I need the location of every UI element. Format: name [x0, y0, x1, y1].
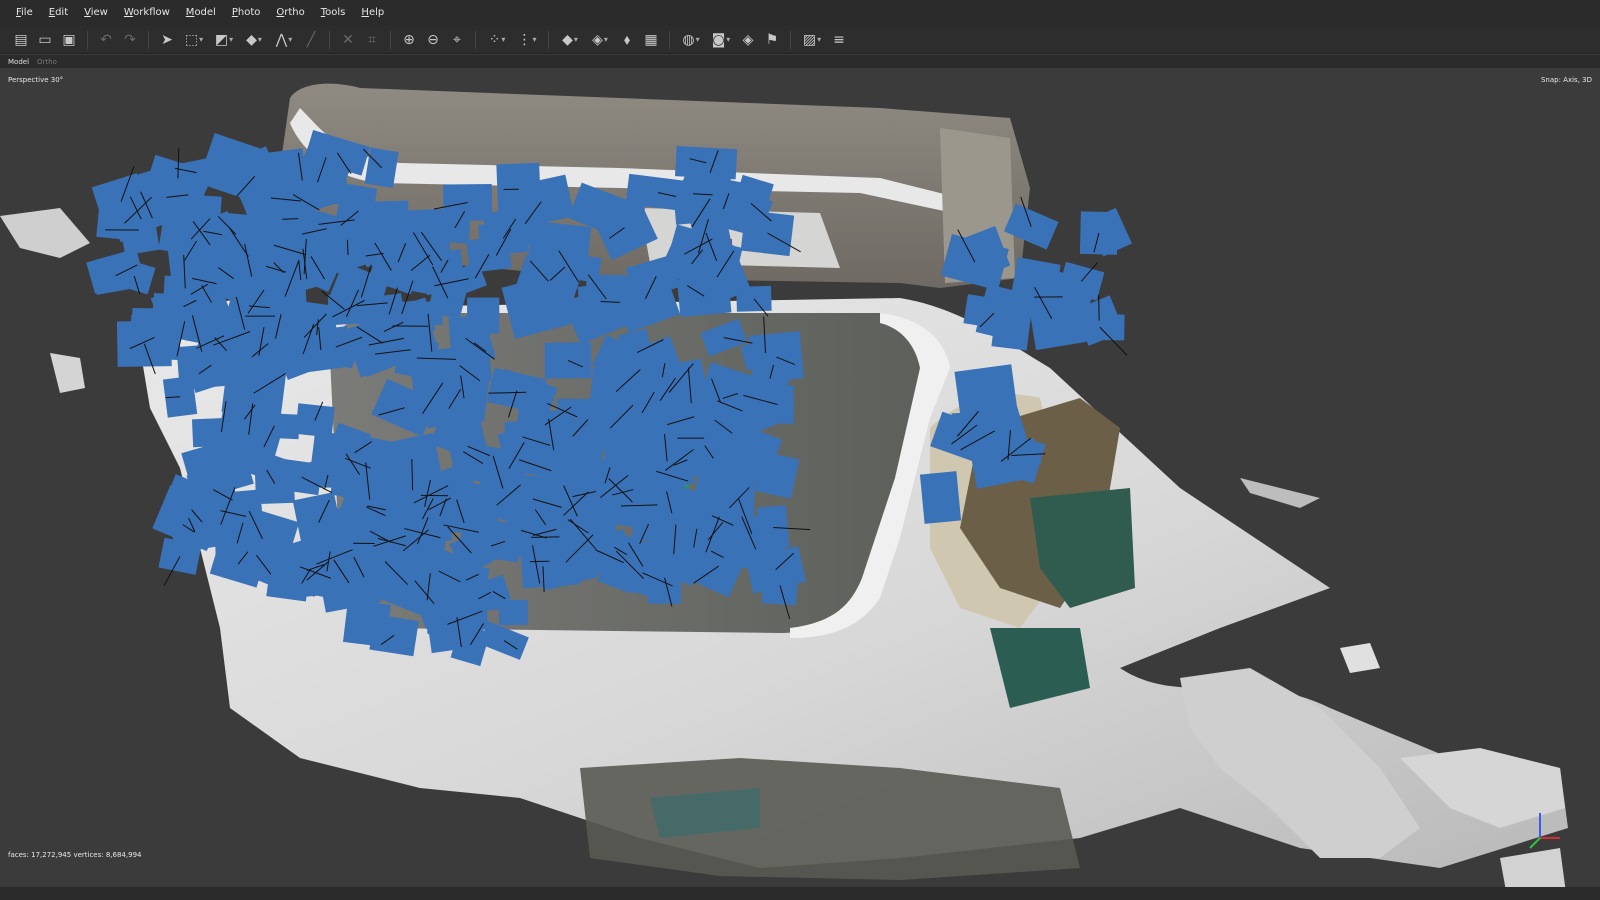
reset-view-icon: ⌖ [453, 31, 461, 48]
markers-flag-button[interactable]: ⚑ [761, 29, 783, 51]
stats-label: faces: 17,272,945 vertices: 8,684,994 [8, 851, 142, 859]
crop-button[interactable]: ⌗ [361, 29, 383, 51]
zoom-out-icon: ⊖ [427, 31, 439, 48]
zoom-out-button[interactable]: ⊖ [422, 29, 444, 51]
ruler-icon: ╱ [306, 31, 316, 48]
show-points-icon: ⁘ [488, 31, 501, 48]
zoom-in-button[interactable]: ⊕ [398, 29, 420, 51]
draw-polygon-icon: ◆ [246, 31, 257, 48]
menu-model[interactable]: Model [178, 0, 224, 26]
navigation-arrow-button[interactable]: ➤ [156, 29, 178, 51]
texture-icon: ▦ [644, 31, 658, 48]
menu-help[interactable]: Help [353, 0, 392, 26]
menu-workflow[interactable]: Workflow [116, 0, 178, 26]
open-folder-button[interactable]: ▭ [34, 29, 56, 51]
toolbar-separator [329, 30, 330, 49]
shading-button[interactable]: ◈ [586, 29, 614, 51]
menu-tools[interactable]: Tools [313, 0, 354, 26]
layers-button[interactable]: ≡ [828, 29, 850, 51]
toolbar-separator [475, 30, 476, 49]
camera-plane[interactable] [919, 471, 962, 524]
camera-plane[interactable] [309, 431, 349, 481]
shapes-icon: ◈ [742, 31, 754, 48]
image-overlay-icon: ▨ [802, 31, 817, 48]
view-tab-bar: Model Ortho [0, 55, 1600, 68]
toolbar-separator [790, 30, 791, 49]
camera-plane[interactable] [284, 166, 347, 205]
camera-plane[interactable] [954, 364, 1018, 419]
camera-plane[interactable] [605, 203, 646, 234]
reset-view-button[interactable]: ⌖ [446, 29, 468, 51]
menu-view[interactable]: View [76, 0, 116, 26]
save-icon: ▣ [62, 31, 76, 48]
camera-button[interactable]: ◙ [707, 29, 735, 51]
tab-ortho[interactable]: Ortho [33, 58, 61, 66]
shape-selection-button[interactable]: ◩ [210, 29, 238, 51]
camera-direction-line [282, 218, 299, 220]
delete-icon: ✕ [342, 31, 354, 48]
snap-label: Snap: Axis, 3D [1540, 76, 1592, 84]
projection-label: Perspective 30° [8, 76, 64, 84]
zoom-in-icon: ⊕ [403, 31, 415, 48]
draw-polyline-icon: ⋀ [275, 31, 288, 48]
status-bar [0, 887, 1600, 900]
show-grid-icon: ⋮ [517, 31, 532, 48]
new-document-button[interactable]: ▤ [10, 29, 32, 51]
show-points-button[interactable]: ⁘ [483, 29, 511, 51]
toolbar-separator [87, 30, 88, 49]
crop-icon: ⌗ [368, 31, 376, 48]
toolbar-separator [390, 30, 391, 49]
markers-flag-icon: ⚑ [765, 31, 779, 48]
menu-photo[interactable]: Photo [224, 0, 269, 26]
ruler-button[interactable]: ╱ [300, 29, 322, 51]
model-scene[interactable] [0, 68, 1600, 887]
camera-plane[interactable] [498, 599, 528, 626]
draw-polygon-button[interactable]: ◆ [240, 29, 268, 51]
menu-bar: File Edit View Workflow Model Photo Ortho Tools… [0, 0, 1600, 26]
globe-icon: ◍ [682, 31, 695, 48]
draw-polyline-button[interactable]: ⋀ [270, 29, 298, 51]
layers-icon: ≡ [833, 31, 845, 48]
camera-plane[interactable] [162, 275, 220, 313]
show-grid-button[interactable]: ⋮ [513, 29, 541, 51]
tie-points-icon: ⬧ [623, 31, 631, 48]
new-document-icon: ▤ [14, 31, 28, 48]
shape-selection-icon: ◩ [214, 31, 229, 48]
shapes-button[interactable]: ◈ [737, 29, 759, 51]
menu-edit[interactable]: Edit [41, 0, 76, 26]
globe-button[interactable]: ◍ [677, 29, 705, 51]
tab-model[interactable]: Model [4, 58, 33, 66]
toolbar-separator [148, 30, 149, 49]
save-button[interactable]: ▣ [58, 29, 80, 51]
camera-plane[interactable] [383, 484, 442, 526]
model-mode-icon: ◆ [562, 31, 573, 48]
camera-direction-line [346, 239, 349, 256]
menu-file[interactable]: File [8, 0, 41, 26]
camera-plane[interactable] [1028, 294, 1088, 351]
open-folder-icon: ▭ [38, 31, 52, 48]
rectangle-selection-button[interactable]: ⬚ [180, 29, 208, 51]
model-mode-button[interactable]: ◆ [556, 29, 584, 51]
toolbar-separator [669, 30, 670, 49]
redo-icon: ↷ [124, 31, 136, 48]
toolbar-separator [548, 30, 549, 49]
redo-button[interactable]: ↷ [119, 29, 141, 51]
image-overlay-button[interactable]: ▨ [798, 29, 826, 51]
model-viewport[interactable]: Perspective 30° Snap: Axis, 3D faces: 17… [0, 68, 1600, 887]
texture-button[interactable]: ▦ [640, 29, 662, 51]
undo-button[interactable]: ↶ [95, 29, 117, 51]
menu-ortho[interactable]: Ortho [268, 0, 312, 26]
camera-plane[interactable] [467, 297, 500, 334]
tie-points-button[interactable]: ⬧ [616, 29, 638, 51]
shading-icon: ◈ [592, 31, 603, 48]
rectangle-selection-icon: ⬚ [184, 31, 199, 48]
navigation-arrow-icon: ➤ [161, 31, 173, 48]
camera-direction-line [1098, 294, 1100, 321]
camera-icon: ◙ [711, 31, 726, 48]
camera-plane[interactable] [679, 525, 737, 555]
delete-button[interactable]: ✕ [337, 29, 359, 51]
undo-icon: ↶ [100, 31, 112, 48]
toolbar: ▤ ▭ ▣ ↶ ↷ ➤ ⬚ ◩ ◆ ⋀ ╱ ✕ ⌗ ⊕ ⊖ ⌖ ⁘ ⋮ ◆ ◈ ⬧ ▦ ◍ ◙ ◈ ⚑ ▨ ≡ [0, 26, 1600, 54]
